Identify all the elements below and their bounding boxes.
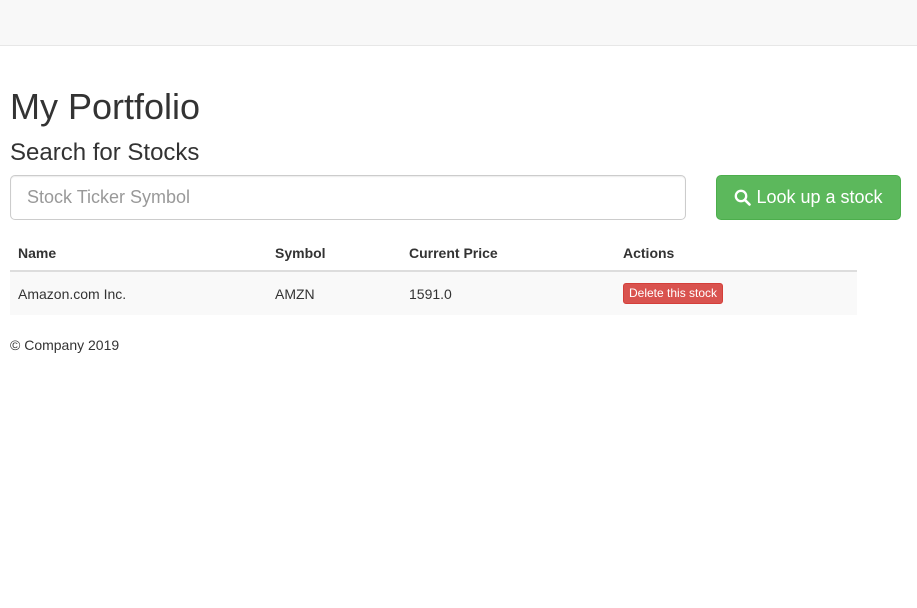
footer-copyright: © Company 2019 (10, 337, 120, 353)
search-heading: Search for Stocks (10, 139, 200, 166)
header-name: Name (10, 231, 267, 272)
stock-actions-cell: Delete this stock (615, 271, 857, 315)
header-current-price: Current Price (401, 231, 615, 272)
header-actions: Actions (615, 231, 857, 272)
delete-stock-button[interactable]: Delete this stock (623, 283, 724, 304)
portfolio-table: Name Symbol Current Price Actions Amazon… (10, 231, 857, 315)
search-icon (734, 189, 752, 206)
stock-symbol-cell: AMZN (275, 285, 315, 302)
page-title: My Portfolio (10, 86, 201, 127)
search-form: Look up a stock (10, 175, 907, 221)
table-header-row: Name Symbol Current Price Actions (10, 231, 857, 272)
look-up-stock-label: Look up a stock (756, 187, 883, 207)
stock-name-cell: Amazon.com Inc. (18, 285, 127, 302)
table-row: Amazon.com Inc. AMZN 1591.0 Delete this … (10, 271, 857, 315)
stock-ticker-input[interactable] (10, 175, 686, 220)
stock-price-cell: 1591.0 (409, 285, 452, 302)
main-container: My Portfolio Search for Stocks Look up a… (10, 46, 907, 353)
header-symbol: Symbol (267, 231, 401, 272)
look-up-stock-button[interactable]: Look up a stock (716, 175, 901, 220)
top-navbar (0, 0, 917, 46)
